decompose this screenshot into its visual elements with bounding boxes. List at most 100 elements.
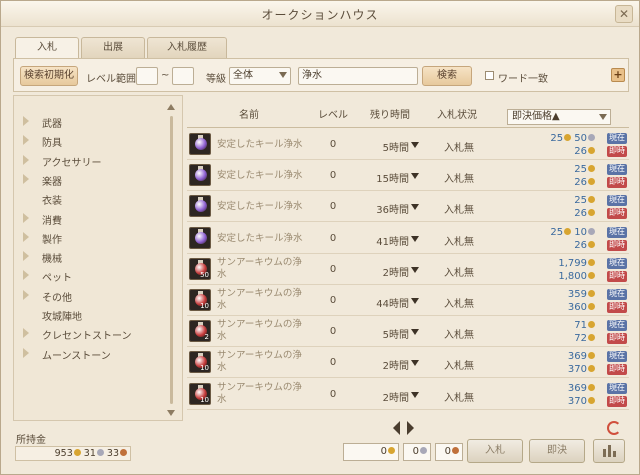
category-item[interactable]: 消費: [14, 209, 164, 228]
bid-copper-value: 0: [444, 446, 451, 457]
gold-coin-icon: [588, 383, 595, 391]
table-row[interactable]: 安定したキール浄水 0 5時間 入札無 25 50 26 現在 即時: [187, 130, 629, 160]
silver-coin-icon: [420, 447, 427, 454]
buyout-button[interactable]: 即決: [529, 439, 585, 463]
price-chart-button[interactable]: [593, 439, 625, 463]
time-arrow-icon: [411, 298, 419, 304]
expand-arrow-icon: [23, 135, 29, 146]
item-level: 0: [329, 170, 337, 182]
item-icon: [189, 133, 211, 155]
search-input[interactable]: 浄水: [298, 67, 418, 85]
header-level[interactable]: レベル: [313, 107, 353, 125]
current-price-gold: 25: [574, 195, 587, 207]
table-row[interactable]: 10 サンアーキウムの浄水 0 2時間 入札無 369 370 現在 即時: [187, 348, 629, 379]
level-max-input[interactable]: [172, 67, 194, 85]
scroll-up-icon[interactable]: [167, 104, 175, 110]
item-bid-status: 入札無: [444, 205, 474, 217]
category-item[interactable]: 武器: [14, 112, 164, 131]
buyout-price-gold: 360: [567, 302, 587, 313]
gold-coin-icon: [588, 321, 595, 329]
bar-chart-icon: [608, 445, 611, 457]
current-price-badge: 現在: [607, 351, 627, 363]
category-item[interactable]: 機械: [14, 247, 164, 266]
table-row[interactable]: 10 サンアーキウムの浄水 0 2時間 入札無 369 370 現在 即時: [187, 380, 629, 410]
tab-bid[interactable]: 入札: [15, 37, 79, 59]
item-stack-count: 50: [200, 270, 209, 279]
category-item[interactable]: 防具: [14, 131, 164, 150]
item-time-left: 2時間: [382, 267, 409, 279]
bid-button[interactable]: 入札: [467, 439, 523, 463]
category-item[interactable]: 攻城陣地: [14, 305, 164, 324]
expand-button[interactable]: +: [611, 68, 625, 82]
scroll-down-icon[interactable]: [167, 410, 175, 416]
next-page-icon[interactable]: [407, 421, 414, 435]
level-min-input[interactable]: [136, 67, 158, 85]
category-item[interactable]: クレセントストーン: [14, 324, 164, 343]
item-icon: [189, 226, 211, 249]
category-item[interactable]: 製作: [14, 228, 164, 247]
tab-bid-history[interactable]: 入札履歴: [147, 37, 227, 58]
item-bid-status: 入札無: [444, 361, 474, 373]
level-range-label: レベル範囲: [86, 74, 136, 85]
table-row[interactable]: 2 サンアーキウムの浄水 0 5時間 入札無 71 72 現在 即時: [187, 317, 629, 348]
current-price-silver: 50: [574, 133, 587, 144]
potion-icon: [195, 169, 207, 182]
expand-arrow-icon: [23, 328, 29, 339]
reset-search-button[interactable]: 検索初期化: [20, 66, 78, 86]
prev-page-icon[interactable]: [393, 421, 400, 435]
header-time[interactable]: 残り時間: [363, 107, 417, 125]
refresh-icon[interactable]: [607, 421, 621, 435]
current-price-gold: 359: [567, 289, 587, 300]
category-item[interactable]: アクセサリー: [14, 151, 164, 170]
item-bid-status: 入札無: [444, 330, 474, 342]
expand-arrow-icon: [23, 270, 29, 281]
table-row[interactable]: 50 サンアーキウムの浄水 0 2時間 入札無 1,799 1,800 現在 即時: [187, 255, 629, 285]
category-label: 製作: [42, 234, 62, 246]
bottom-bar: 所持金 953 31 33 0 0 0 入札 即決: [1, 421, 639, 475]
current-price-badge: 現在: [607, 226, 627, 238]
category-item[interactable]: ペット: [14, 266, 164, 285]
buyout-price-badge: 即時: [607, 177, 627, 189]
gold-coin-icon: [588, 240, 595, 248]
header-name[interactable]: 名前: [219, 107, 279, 125]
title-bar: オークションハウス ✕: [1, 1, 639, 27]
item-level: 0: [329, 295, 337, 306]
bid-silver-input[interactable]: 0: [403, 443, 431, 461]
category-item[interactable]: その他: [14, 286, 164, 305]
search-button[interactable]: 検索: [422, 66, 472, 86]
item-bid-status: 入札無: [444, 143, 474, 154]
category-item[interactable]: ムーンストーン: [14, 344, 164, 363]
expand-arrow-icon: [23, 289, 29, 300]
scroll-track[interactable]: [170, 116, 173, 404]
exact-match-checkbox[interactable]: [485, 71, 494, 80]
buyout-price: 1,800: [485, 271, 595, 282]
gold-amount: 953: [54, 448, 73, 459]
bid-gold-value: 0: [380, 446, 387, 457]
category-label: アクセサリー: [42, 157, 102, 169]
table-row[interactable]: 安定したキール浄水 0 36時間 入札無 25 26 現在 即時: [187, 192, 629, 223]
current-price-badge: 現在: [607, 164, 627, 176]
item-time-left: 44時間: [376, 299, 409, 310]
bid-gold-input[interactable]: 0: [343, 443, 399, 461]
expand-arrow-icon: [23, 154, 29, 165]
table-row[interactable]: 安定したキール浄水 0 15時間 入札無 25 26 現在 即時: [187, 161, 629, 192]
time-arrow-icon: [411, 142, 419, 148]
item-name: 安定したキール浄水: [217, 232, 303, 244]
sort-value: 即決価格▲: [512, 111, 560, 122]
category-item[interactable]: 楽器: [14, 170, 164, 189]
table-row[interactable]: 10 サンアーキウムの浄水 0 44時間 入札無 359 360 現在 即時: [187, 286, 629, 316]
close-button[interactable]: ✕: [615, 5, 633, 23]
category-item[interactable]: 衣装: [14, 189, 164, 208]
category-scrollbar[interactable]: [167, 104, 176, 416]
table-row[interactable]: 安定したキール浄水 0 41時間 入札無 25 10 26 現在 即時: [187, 224, 629, 254]
tab-listing[interactable]: 出展: [81, 37, 145, 58]
gold-coin-icon: [588, 290, 595, 297]
buyout-price-badge: 即時: [607, 208, 627, 220]
grade-select[interactable]: 全体: [229, 67, 291, 85]
sort-select[interactable]: 即決価格▲: [507, 109, 611, 125]
gold-coin-icon: [588, 396, 595, 404]
header-status[interactable]: 入札状況: [427, 107, 487, 125]
category-label: クレセントストーン: [42, 331, 132, 343]
bid-copper-input[interactable]: 0: [435, 443, 463, 461]
item-name: 安定したキール浄水: [217, 201, 303, 213]
